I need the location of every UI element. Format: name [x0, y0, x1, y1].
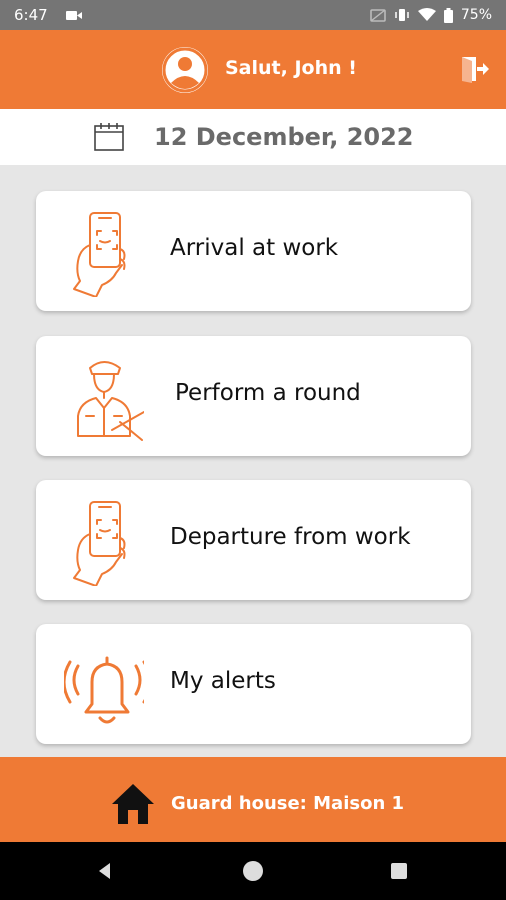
alarm-bell-icon — [62, 638, 152, 730]
status-icons: 75% — [370, 7, 492, 23]
status-bar: 6:47 75% — [0, 0, 506, 30]
calendar-icon — [92, 121, 126, 153]
user-avatar-icon[interactable] — [162, 47, 208, 93]
perform-round-label: Perform a round — [175, 380, 361, 406]
arrival-at-work-label: Arrival at work — [170, 235, 339, 261]
status-time: 6:47 — [14, 6, 48, 24]
my-alerts-card[interactable]: My alerts — [36, 624, 471, 744]
arrival-at-work-card[interactable]: Arrival at work — [36, 191, 471, 311]
back-icon[interactable] — [90, 856, 120, 886]
battery-icon — [443, 7, 453, 23]
my-alerts-label: My alerts — [170, 668, 276, 694]
app-header: Salut, John ! — [0, 30, 506, 109]
vibrate-icon — [394, 8, 410, 22]
greeting-text: Salut, John ! — [225, 57, 357, 79]
home-circle-icon[interactable] — [238, 856, 268, 886]
battery-percent: 75% — [460, 7, 492, 23]
recents-icon[interactable] — [384, 856, 414, 886]
current-date: 12 December, 2022 — [154, 123, 414, 151]
cast-icon — [370, 8, 386, 22]
guard-icon — [64, 350, 145, 442]
video-icon — [65, 10, 82, 21]
departure-from-work-label: Departure from work — [170, 524, 411, 550]
perform-round-card[interactable]: Perform a round — [36, 336, 471, 456]
wifi-icon — [417, 8, 436, 22]
hand-phone-icon — [64, 494, 144, 587]
logout-icon[interactable] — [460, 55, 490, 83]
departure-from-work-card[interactable]: Departure from work — [36, 480, 471, 600]
date-bar: 12 December, 2022 — [0, 109, 506, 165]
guard-house-text: Guard house: Maison 1 — [171, 793, 405, 814]
system-nav-bar — [0, 842, 506, 900]
guard-house-footer: Guard house: Maison 1 — [0, 757, 506, 842]
hand-phone-icon — [64, 205, 144, 298]
house-icon — [110, 782, 156, 826]
